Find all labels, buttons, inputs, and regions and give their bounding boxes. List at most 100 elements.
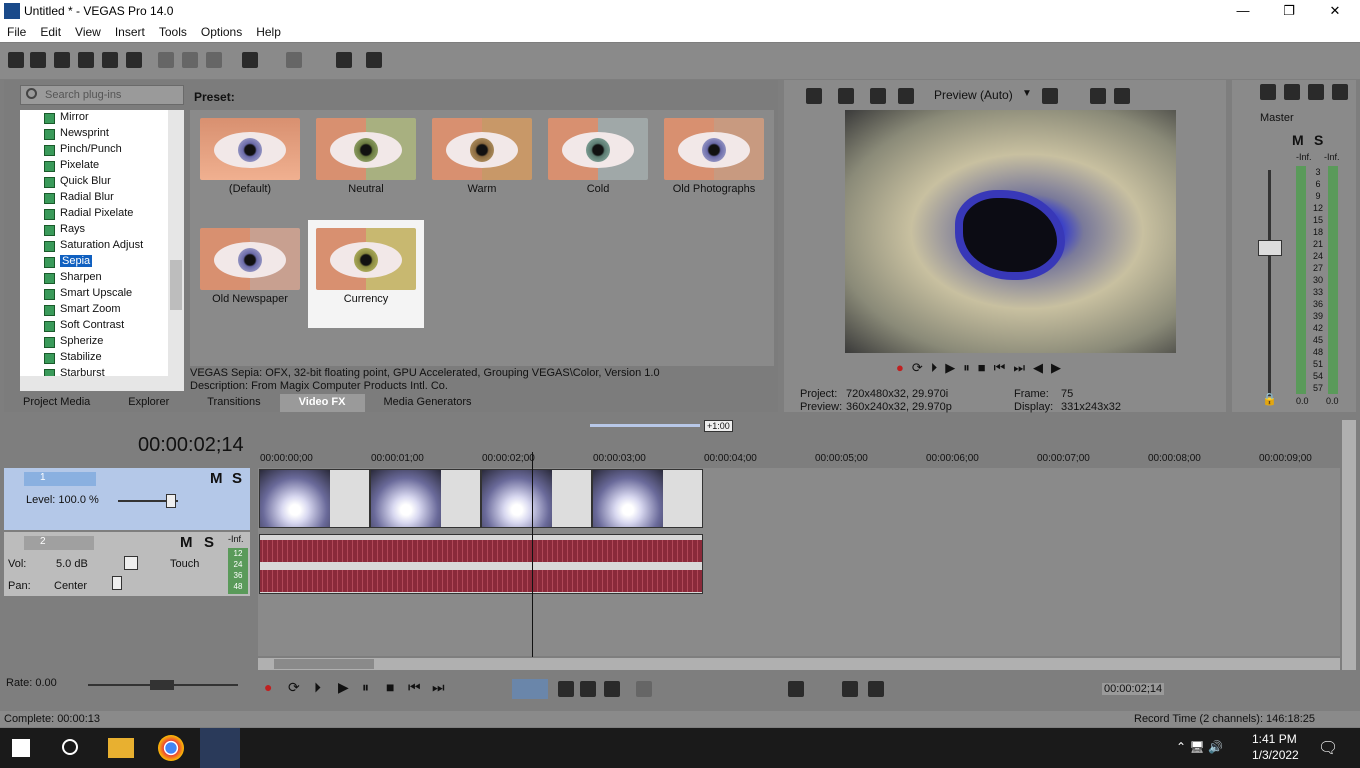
minimize-button[interactable]: — [1220,0,1266,22]
cut-icon[interactable] [158,52,174,68]
file-explorer-icon[interactable] [108,738,134,758]
next-frame-icon[interactable]: ▶ [1051,360,1061,378]
snapping-magnet-icon[interactable] [842,681,858,697]
list-item[interactable]: Mirror [44,111,89,126]
loop-icon[interactable]: ⟳ [912,360,923,378]
list-item[interactable]: Radial Blur [44,191,114,206]
zoom-marker[interactable]: +1:00 [704,420,733,432]
search-icon[interactable] [62,739,78,755]
loop-playback-icon[interactable]: ⟳ [288,679,300,696]
tab-explorer[interactable]: Explorer [109,394,188,412]
zoom-tool-icon[interactable] [604,681,620,697]
rate-slider-handle[interactable] [150,680,174,690]
audio-event[interactable] [259,534,703,594]
mixer-gear-icon[interactable] [1260,84,1276,100]
windows-start-icon[interactable] [12,739,30,757]
list-item-selected[interactable]: Sepia [44,255,93,270]
go-to-end-icon[interactable]: ⏭ [1013,360,1025,378]
save-snapshot-icon[interactable] [1114,88,1130,104]
preset-currency[interactable]: Currency [308,220,424,328]
downmix-icon[interactable] [1284,84,1300,100]
plugin-manager-icon[interactable] [336,52,352,68]
menu-help[interactable]: Help [249,22,288,42]
list-item[interactable]: Radial Pixelate [44,207,133,222]
help-icon[interactable] [366,52,382,68]
preset-default[interactable]: (Default) [192,110,308,218]
notification-icon[interactable]: 🗨 [1318,738,1338,758]
menu-options[interactable]: Options [194,22,249,42]
pause-icon[interactable]: ⏸ [963,360,970,378]
clock-date[interactable]: 1/3/2022 [1252,748,1299,762]
chrome-icon[interactable] [158,735,184,761]
tray-icons[interactable]: ⌃ 🖥 🔊 [1176,740,1223,754]
solo-button[interactable]: S [232,470,242,487]
play-icon[interactable]: ▶ [338,679,349,696]
tab-media-generators[interactable]: Media Generators [365,394,491,412]
tab-transitions[interactable]: Transitions [188,394,279,412]
go-to-start-icon[interactable]: ⏮ [408,679,421,696]
solo-button[interactable]: S [1314,132,1323,148]
list-item[interactable]: Smart Upscale [44,287,132,302]
list-item[interactable]: Sharpen [44,271,102,286]
menu-file[interactable]: File [0,22,33,42]
selection-tool-icon[interactable] [580,681,596,697]
split-screen-icon[interactable] [898,88,914,104]
preset-old-newspaper[interactable]: Old Newspaper [192,220,308,328]
list-item[interactable]: Stabilize [44,351,102,366]
mute-button[interactable]: M [210,470,223,487]
preview-quality-dropdown[interactable]: Preview (Auto) [934,88,1013,102]
pause-icon[interactable]: ⏸ [362,679,369,696]
list-item[interactable]: Pinch/Punch [44,143,122,158]
video-track-header[interactable]: 1 M S Level: 100.0 % [4,468,250,530]
timeline-vscrollbar[interactable] [1342,420,1356,670]
touch-dropdown[interactable]: Touch [170,558,199,570]
preset-neutral[interactable]: Neutral [308,110,424,218]
clock-time[interactable]: 1:41 PM [1252,732,1297,746]
video-event[interactable] [259,469,370,528]
vegas-taskbar-icon[interactable] [200,728,240,768]
stop-icon[interactable]: ■ [386,679,394,695]
copy-snapshot-icon[interactable] [1090,88,1106,104]
menu-tools[interactable]: Tools [152,22,194,42]
list-item[interactable]: Newsprint [44,127,109,142]
timeline-timecode[interactable]: 00:00:02;14 [138,434,244,457]
vol-slider-handle[interactable] [124,556,138,570]
master-fader-handle[interactable] [1258,240,1282,256]
list-item[interactable]: Spherize [44,335,103,350]
close-button[interactable]: ✕ [1312,0,1358,22]
solo-button[interactable]: S [204,534,214,551]
playhead-cursor[interactable] [532,452,533,657]
normal-edit-tool-icon[interactable] [512,679,548,699]
go-to-start-icon[interactable]: ⏮ [994,360,1006,378]
auto-crossfade-icon[interactable] [868,681,884,697]
list-item[interactable]: Smart Zoom [44,303,121,318]
preset-old-photographs[interactable]: Old Photographs [656,110,772,218]
audio-track-header[interactable]: 2 M S -Inf. Vol: 5.0 dB Touch Pan: Cente… [4,532,250,596]
video-event[interactable] [370,469,481,528]
record-icon[interactable]: ● [264,679,272,695]
properties-gear-icon[interactable] [126,52,142,68]
preset-warm[interactable]: Warm [424,110,540,218]
search-input[interactable]: Search plug-ins [20,85,184,105]
play-icon[interactable]: ▶ [945,360,955,378]
play-from-start-icon[interactable]: ⏵ [931,360,938,378]
save-icon[interactable] [54,52,70,68]
redo-icon[interactable] [286,52,302,68]
plugin-list-hscrollbar[interactable] [20,376,184,391]
menu-insert[interactable]: Insert [108,22,152,42]
video-event[interactable] [481,469,592,528]
insert-marker-icon[interactable] [788,681,804,697]
maximize-button[interactable]: ❐ [1266,0,1312,22]
level-slider-handle[interactable] [166,494,176,508]
list-item[interactable]: Starburst [44,367,105,376]
menu-view[interactable]: View [68,22,108,42]
open-folder-icon[interactable] [30,52,46,68]
copy-icon[interactable] [182,52,198,68]
go-to-end-icon[interactable]: ⏭ [432,679,445,696]
pan-slider-handle[interactable] [112,576,122,590]
list-item[interactable]: Soft Contrast [44,319,124,334]
prev-frame-icon[interactable]: ◀ [1033,360,1043,378]
move-icon[interactable] [870,88,886,104]
delete-icon[interactable] [636,681,652,697]
list-item[interactable]: Rays [44,223,85,238]
